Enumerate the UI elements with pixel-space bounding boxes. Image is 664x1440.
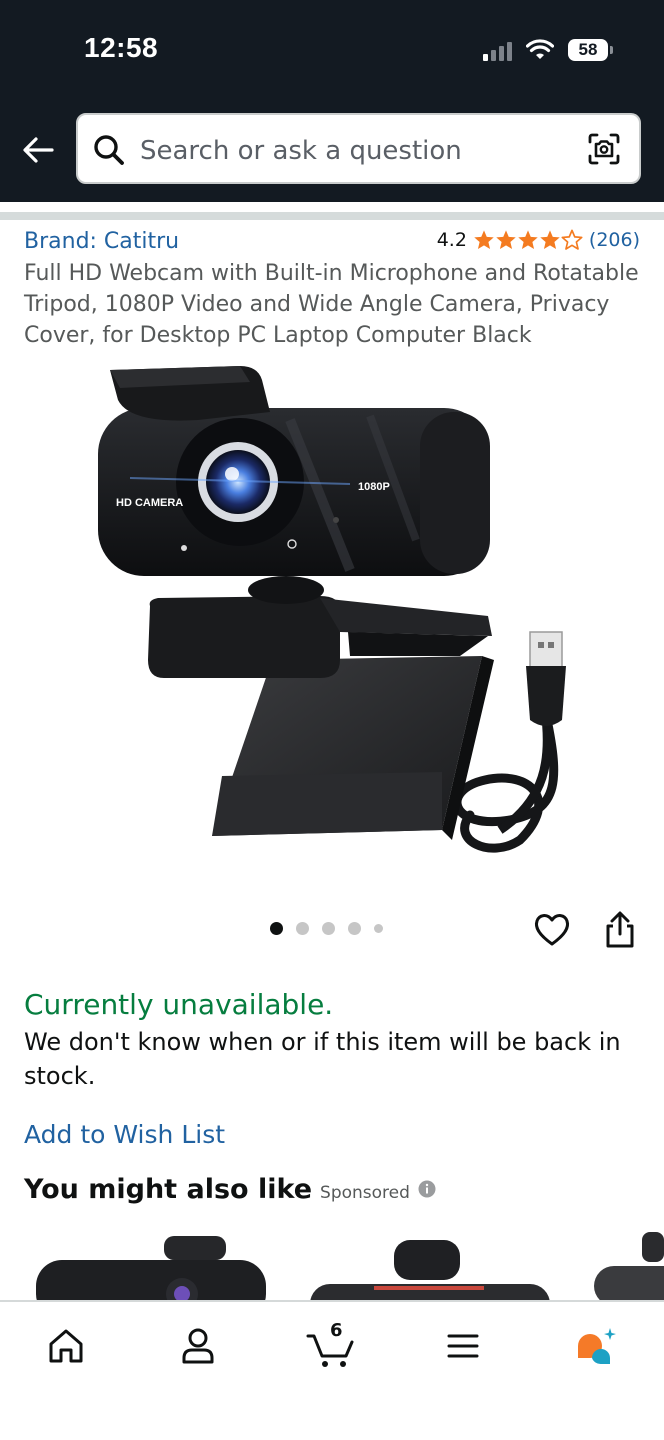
top-header: 12:58 58 Search or ask a question [0,0,664,202]
carousel-dot[interactable] [270,922,283,935]
star-rating [473,229,583,251]
carousel-dot[interactable] [322,922,335,935]
availability-message: We don't know when or if this item will … [24,1028,621,1090]
recommendation-item[interactable] [594,1232,664,1302]
share-icon[interactable] [602,910,638,950]
wifi-icon [526,39,554,59]
recommendation-image [310,1240,550,1302]
rating-value: 4.2 [436,229,467,251]
rating-summary[interactable]: 4.2 (206) [437,229,640,251]
image-carousel-dots[interactable] [270,922,383,935]
star-full-icon [518,230,538,249]
star-full-icon [540,230,560,249]
camera-search-icon[interactable] [587,132,621,166]
carousel-dot[interactable] [296,922,309,935]
camera-label-hd: HD CAMERA [116,497,183,509]
carousel-dot[interactable] [348,922,361,935]
availability-status: Currently unavailable. [24,988,334,1021]
info-icon[interactable] [418,1180,436,1198]
recommendation-image [594,1232,664,1302]
status-icons: 58 [483,36,613,64]
cart-count-badge: 6 [330,1320,343,1341]
review-count-link[interactable]: (206) [589,229,640,251]
status-time: 12:58 [84,32,159,63]
camera-label-resolution: 1080P [358,481,390,493]
product-title: Full HD Webcam with Built-in Microphone … [24,261,639,348]
cellular-signal-icon [483,39,512,61]
brand-link[interactable]: Brand: Catitru [24,229,179,254]
recommendations-title: You might also like [24,1174,313,1205]
menu-icon[interactable] [441,1324,485,1368]
recommendations-header: You might also like Sponsored [24,1174,436,1205]
recommendation-item[interactable] [36,1232,266,1302]
account-icon[interactable] [176,1324,220,1368]
carousel-dot[interactable] [374,924,383,933]
home-icon[interactable] [44,1324,88,1368]
search-input[interactable]: Search or ask a question [76,113,641,184]
add-to-wish-list-link[interactable]: Add to Wish List [24,1120,225,1149]
bottom-navigation: 6 [0,1300,664,1440]
recommendation-item[interactable] [310,1232,550,1302]
back-arrow-icon[interactable] [18,130,58,170]
battery-level: 58 [578,40,598,59]
search-placeholder: Search or ask a question [140,136,462,166]
sponsored-label: Sponsored [320,1183,410,1203]
section-divider [0,212,664,220]
star-full-icon [474,230,494,249]
search-icon [94,135,124,165]
battery-indicator: 58 [568,39,613,61]
product-image[interactable]: HD CAMERA 1080P [90,360,590,860]
star-full-icon [496,230,516,249]
rufus-assistant-icon[interactable] [574,1324,618,1368]
heart-icon[interactable] [532,910,572,950]
star-empty-icon [561,229,583,250]
recommendation-image [36,1236,266,1302]
